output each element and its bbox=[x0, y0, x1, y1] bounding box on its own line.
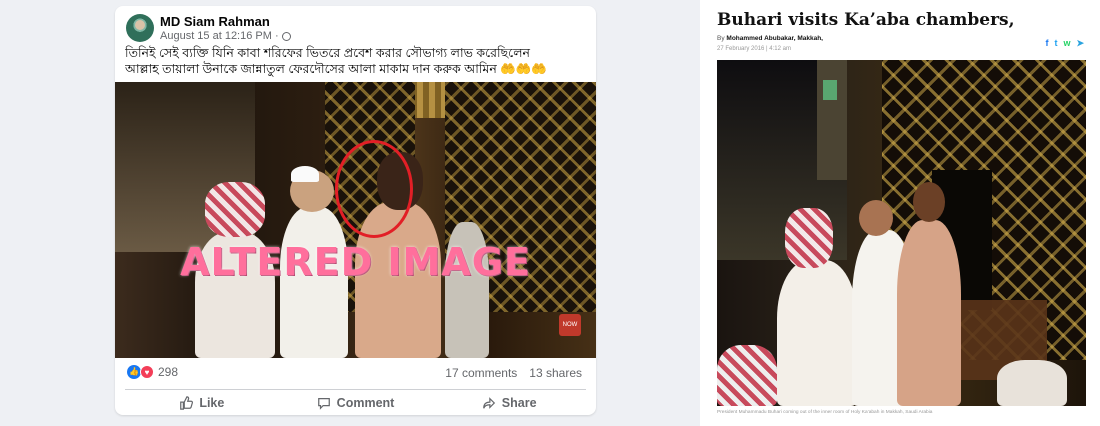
highlight-circle bbox=[335, 140, 413, 238]
news-article-panel: Buhari visits Ka’aba chambers, By Mohamm… bbox=[700, 0, 1100, 426]
reaction-count: 298 bbox=[158, 365, 179, 379]
comment-button[interactable]: Comment bbox=[279, 392, 433, 414]
post-text-line: তিনিই সেই ব্যক্তি যিনি কাবা শরিফের ভিতরে… bbox=[125, 46, 530, 60]
person-figure bbox=[997, 360, 1067, 406]
article-byline: By Mohammed Abubakar, Makkah, bbox=[717, 35, 823, 42]
byline-author[interactable]: Mohammed Abubakar, Makkah, bbox=[726, 35, 823, 42]
article-title: Buhari visits Ka’aba chambers, bbox=[717, 10, 1015, 30]
comments-count-link[interactable]: 17 comments bbox=[445, 366, 517, 380]
post-actions: Like Comment Share bbox=[125, 392, 586, 414]
avatar[interactable] bbox=[126, 14, 154, 42]
post-card: MD Siam Rahman August 15 at 12:16 PM · ত… bbox=[115, 6, 596, 415]
engagement-stats: 17 comments 13 shares bbox=[445, 366, 582, 380]
reactions-summary[interactable]: 👍 ♥ 298 bbox=[127, 365, 178, 379]
facebook-icon[interactable]: f bbox=[1045, 38, 1048, 49]
person-head bbox=[859, 200, 893, 236]
clock-tower bbox=[817, 60, 847, 180]
article-photo[interactable] bbox=[717, 60, 1086, 406]
byline-prefix: By bbox=[717, 35, 727, 42]
post-author-name[interactable]: MD Siam Rahman bbox=[160, 14, 270, 29]
love-reaction-icon: ♥ bbox=[140, 365, 154, 379]
like-button[interactable]: Like bbox=[125, 392, 279, 414]
altered-image-label: ALTERED IMAGE bbox=[180, 240, 531, 284]
post-date: August 15 at 12:16 PM · bbox=[160, 30, 279, 42]
thumbs-up-icon bbox=[180, 396, 194, 410]
person-headscarf bbox=[205, 182, 265, 237]
shares-count-link[interactable]: 13 shares bbox=[529, 366, 582, 380]
telegram-icon[interactable]: ➤ bbox=[1076, 38, 1084, 49]
person-cap bbox=[291, 166, 319, 182]
comment-label: Comment bbox=[336, 396, 395, 410]
post-text: তিনিই সেই ব্যক্তি যিনি কাবা শরিফের ভিতরে… bbox=[125, 45, 590, 77]
share-label: Share bbox=[501, 396, 537, 410]
share-icons: f t w ➤ bbox=[1045, 38, 1084, 49]
twitter-icon[interactable]: t bbox=[1054, 38, 1057, 49]
person-head bbox=[913, 182, 945, 222]
post-photo[interactable]: ALTERED IMAGE NOW bbox=[115, 82, 596, 358]
person-headscarf bbox=[785, 208, 833, 268]
comment-icon bbox=[317, 398, 330, 410]
person-figure bbox=[897, 220, 961, 406]
person-headscarf bbox=[717, 345, 777, 406]
article-date: 27 February 2016 | 4:12 am bbox=[717, 46, 791, 52]
post-text-line: আল্লাহ তায়ালা উনাকে জান্নাতুল ফেরদৌসের … bbox=[125, 61, 590, 77]
channel-logo: NOW bbox=[559, 314, 581, 336]
divider bbox=[125, 389, 586, 390]
social-post-panel: MD Siam Rahman August 15 at 12:16 PM · ত… bbox=[0, 0, 700, 426]
share-button[interactable]: Share bbox=[432, 392, 586, 414]
post-timestamp[interactable]: August 15 at 12:16 PM · bbox=[160, 30, 291, 42]
whatsapp-icon[interactable]: w bbox=[1063, 38, 1070, 49]
praying-hands-emoji: 🤲🤲🤲 bbox=[500, 62, 547, 76]
like-reaction-icon: 👍 bbox=[127, 365, 141, 379]
photo-caption: President Muhammadu Buhari coming out of… bbox=[717, 410, 933, 415]
person-figure bbox=[777, 260, 857, 406]
share-arrow-icon bbox=[482, 397, 495, 409]
globe-icon bbox=[281, 31, 291, 41]
like-label: Like bbox=[199, 396, 225, 410]
post-text-line-2: আল্লাহ তায়ালা উনাকে জান্নাতুল ফেরদৌসের … bbox=[125, 62, 497, 76]
